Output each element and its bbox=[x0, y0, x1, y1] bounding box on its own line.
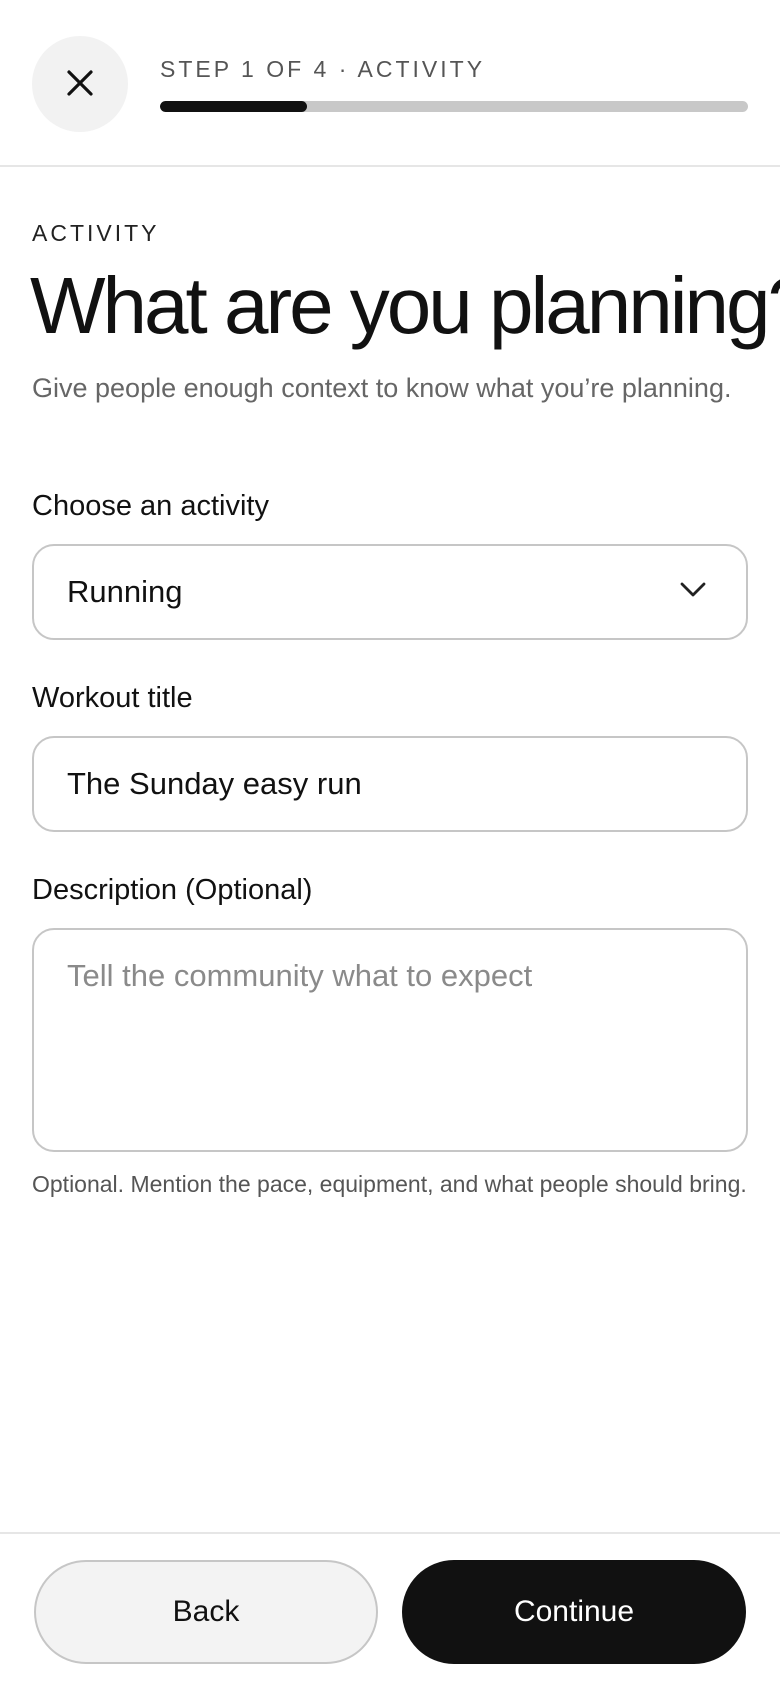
activity-select[interactable]: Running bbox=[32, 544, 748, 640]
activity-selected-value: Running bbox=[67, 574, 183, 609]
close-button[interactable] bbox=[32, 36, 128, 132]
progress-fill bbox=[160, 101, 307, 112]
progress-bar bbox=[160, 101, 748, 112]
step-label: STEP 1 OF 4 · ACTIVITY bbox=[160, 56, 486, 82]
section-eyebrow: ACTIVITY bbox=[32, 220, 160, 246]
create-workout-screen: STEP 1 OF 4 · ACTIVITY ACTIVITY What are… bbox=[0, 0, 780, 1688]
close-icon bbox=[65, 68, 95, 101]
wizard-footer: Back Continue bbox=[0, 1532, 780, 1688]
wizard-header: STEP 1 OF 4 · ACTIVITY bbox=[0, 0, 780, 167]
workout-title-label: Workout title bbox=[32, 682, 193, 714]
back-button[interactable]: Back bbox=[34, 1560, 378, 1664]
chevron-down-icon bbox=[680, 582, 706, 603]
page-title: What are you planning? bbox=[30, 261, 780, 350]
activity-label: Choose an activity bbox=[32, 490, 269, 522]
continue-button[interactable]: Continue bbox=[402, 1560, 746, 1664]
description-helper-text: Optional. Mention the pace, equipment, a… bbox=[32, 1171, 747, 1197]
workout-title-input[interactable] bbox=[32, 736, 748, 832]
page-subtitle: Give people enough context to know what … bbox=[32, 373, 732, 403]
description-label: Description (Optional) bbox=[32, 874, 313, 906]
description-textarea[interactable] bbox=[32, 928, 748, 1152]
